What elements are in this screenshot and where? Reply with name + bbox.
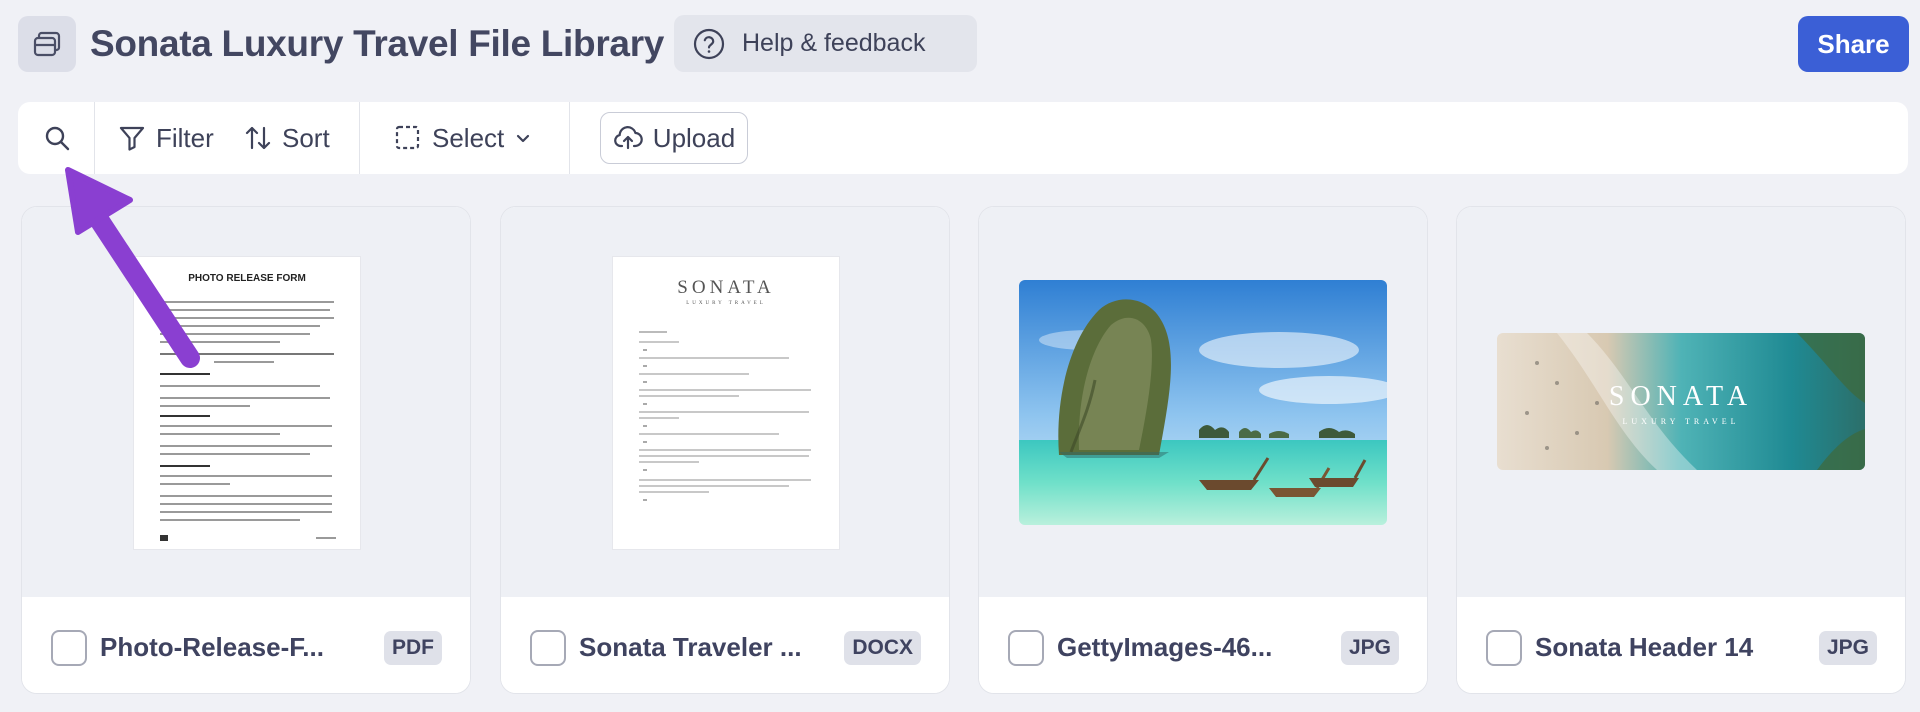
sonata-logo-text: SONATA <box>1608 381 1754 412</box>
filter-label: Filter <box>156 122 214 153</box>
file-checkbox[interactable] <box>1486 630 1522 666</box>
file-checkbox[interactable] <box>1008 630 1044 666</box>
toolbar: Filter Sort Select Upload <box>18 102 1908 174</box>
file-card[interactable]: PHOTO RELEASE FORM Photo-Release-F... PD… <box>21 206 471 694</box>
header: Sonata Luxury Travel File Library Help &… <box>0 0 1920 88</box>
file-preview <box>979 207 1427 597</box>
toolbar-divider <box>359 102 360 174</box>
filter-icon <box>119 126 145 151</box>
select-dropdown[interactable]: Select <box>394 115 532 161</box>
filter-button[interactable]: Filter <box>118 115 214 161</box>
file-name: Photo-Release-F... <box>100 632 324 662</box>
file-name: Sonata Traveler ... <box>579 632 802 662</box>
help-icon <box>693 28 725 59</box>
file-preview: SONATA LUXURY TRAVEL <box>1457 207 1905 597</box>
sonata-logo-subtext: LUXURY TRAVEL <box>686 301 766 306</box>
cloud-upload-icon <box>613 126 643 150</box>
file-checkbox[interactable] <box>51 630 87 666</box>
file-name: GettyImages-46... <box>1057 632 1273 662</box>
file-card-footer: GettyImages-46... JPG <box>979 597 1427 693</box>
upload-button[interactable]: Upload <box>600 112 748 164</box>
beach-photo-thumbnail <box>1019 280 1387 525</box>
document-preview-title: PHOTO RELEASE FORM <box>188 273 306 284</box>
search-button[interactable] <box>36 117 78 159</box>
file-card[interactable]: SONATA LUXURY TRAVEL Sonata Traveler ...… <box>500 206 950 694</box>
toolbar-divider <box>569 102 570 174</box>
sort-label: Sort <box>282 122 330 153</box>
file-type-badge: DOCX <box>844 631 921 665</box>
file-preview: SONATA LUXURY TRAVEL <box>501 207 949 597</box>
sort-button[interactable]: Sort <box>244 115 330 161</box>
document-thumbnail: PHOTO RELEASE FORM <box>134 257 360 549</box>
share-button[interactable]: Share <box>1798 16 1909 72</box>
library-icon[interactable] <box>18 16 76 72</box>
sonata-header-thumbnail: SONATA LUXURY TRAVEL <box>1497 333 1865 470</box>
sort-icon <box>245 126 271 150</box>
file-card-footer: Photo-Release-F... PDF <box>22 597 470 693</box>
file-type-badge: JPG <box>1818 631 1877 665</box>
toolbar-divider <box>94 102 95 174</box>
upload-label: Upload <box>652 122 736 153</box>
search-icon <box>45 126 70 151</box>
file-type-badge: PDF <box>384 631 442 665</box>
file-card[interactable]: SONATA LUXURY TRAVEL Sonata Header 14 JP… <box>1456 206 1906 694</box>
document-thumbnail: SONATA LUXURY TRAVEL <box>613 257 839 549</box>
file-card[interactable]: GettyImages-46... JPG <box>978 206 1428 694</box>
help-feedback-button[interactable]: Help & feedback <box>674 15 977 72</box>
page-title: Sonata Luxury Travel File Library <box>90 23 665 64</box>
sonata-logo-subtext: LUXURY TRAVEL <box>1622 417 1740 426</box>
file-card-footer: Sonata Header 14 JPG <box>1457 597 1905 693</box>
file-name: Sonata Header 14 <box>1535 632 1754 662</box>
chevron-down-icon <box>517 134 530 143</box>
file-checkbox[interactable] <box>530 630 566 666</box>
file-type-badge: JPG <box>1340 631 1399 665</box>
file-card-footer: Sonata Traveler ... DOCX <box>501 597 949 693</box>
help-feedback-label: Help & feedback <box>742 29 926 57</box>
sonata-logo-text: SONATA <box>677 277 775 298</box>
select-label: Select <box>432 122 505 153</box>
select-icon <box>395 125 420 150</box>
file-preview: PHOTO RELEASE FORM <box>22 207 470 597</box>
